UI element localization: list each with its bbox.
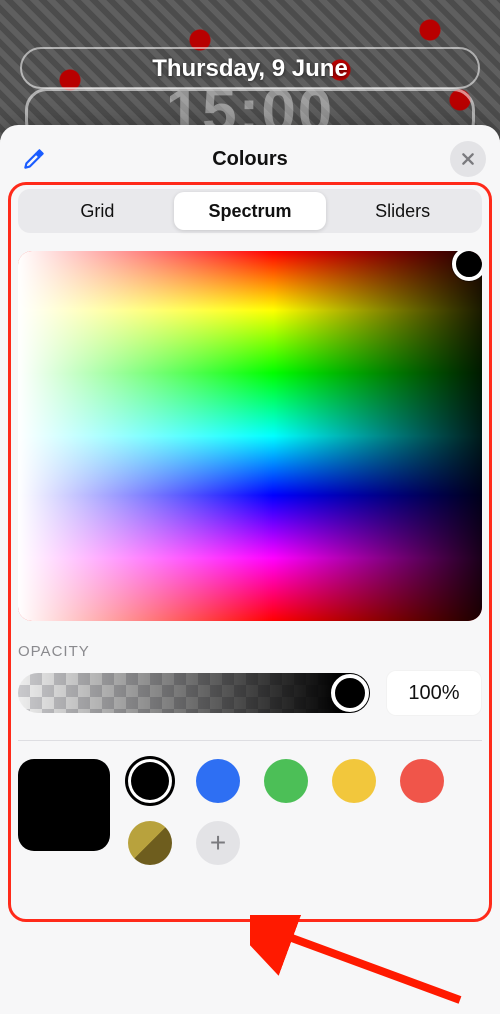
spectrum-black-layer [18, 251, 482, 621]
sheet-title: Colours [212, 148, 288, 171]
opacity-slider[interactable] [18, 673, 370, 713]
opacity-value-field[interactable]: 100% [386, 670, 482, 716]
current-colour-swatch [18, 759, 110, 851]
opacity-fill [18, 673, 370, 713]
close-button[interactable] [450, 141, 486, 177]
spectrum-cursor[interactable] [452, 251, 482, 281]
swatch-black[interactable] [128, 759, 172, 803]
swatch-green[interactable] [264, 759, 308, 803]
tab-grid[interactable]: Grid [21, 192, 174, 230]
eyedropper-icon [21, 146, 47, 172]
swatch-blue[interactable] [196, 759, 240, 803]
sheet-body: Grid Spectrum Sliders OPACITY 100% [0, 189, 500, 885]
saved-swatches-grid: + [128, 759, 482, 865]
swatch-olive-two-tone[interactable] [128, 821, 172, 865]
plus-icon: + [210, 829, 226, 857]
sheet-header: Colours [0, 135, 500, 183]
spectrum-canvas[interactable] [18, 251, 482, 621]
opacity-row: 100% [18, 670, 482, 716]
close-icon [460, 151, 476, 167]
tab-spectrum[interactable]: Spectrum [174, 192, 327, 230]
divider [18, 740, 482, 741]
picker-mode-segmented: Grid Spectrum Sliders [18, 189, 482, 233]
swatch-area: + [18, 759, 482, 865]
opacity-thumb[interactable] [331, 674, 369, 712]
swatch-yellow[interactable] [332, 759, 376, 803]
colour-picker-sheet: Colours Grid Spectrum Sliders OPACITY [0, 125, 500, 1014]
tab-sliders[interactable]: Sliders [326, 192, 479, 230]
opacity-label: OPACITY [18, 643, 482, 660]
add-swatch-button[interactable]: + [196, 821, 240, 865]
lockscreen-date: Thursday, 9 June [0, 55, 500, 83]
swatch-red[interactable] [400, 759, 444, 803]
eyedropper-button[interactable] [16, 141, 52, 177]
